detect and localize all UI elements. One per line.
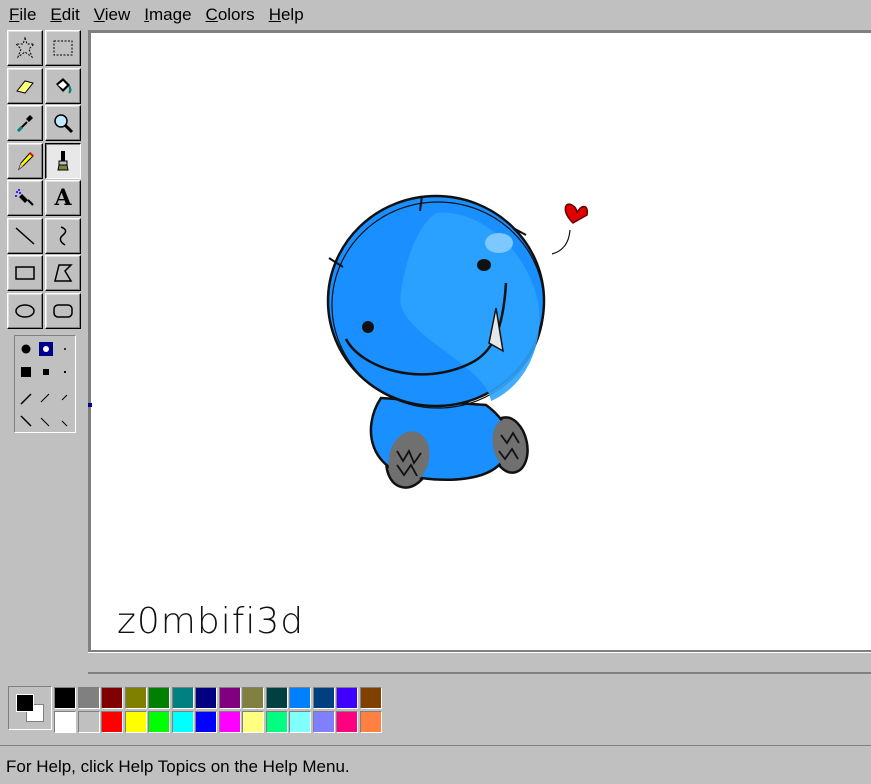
menu-file[interactable]: File <box>2 0 43 30</box>
menu-label-rest: dit <box>61 5 80 24</box>
curve-icon <box>59 225 67 246</box>
current-colors-indicator[interactable] <box>8 686 52 730</box>
color-swatch[interactable] <box>54 711 76 733</box>
tool-rect-select[interactable] <box>45 30 81 66</box>
color-palette <box>0 674 871 742</box>
brush-icon <box>57 150 69 170</box>
color-swatch[interactable] <box>54 687 76 709</box>
fill-bucket-icon <box>56 77 72 94</box>
menu-colors[interactable]: Colors <box>199 0 262 30</box>
color-swatch[interactable] <box>124 711 147 733</box>
menu-label-rest: ile <box>19 5 37 24</box>
menu-label-rest: elp <box>280 5 304 24</box>
menu-accelerator: H <box>268 5 281 24</box>
color-swatch[interactable] <box>171 711 194 733</box>
toolbox: A <box>7 30 85 332</box>
menu-label-rest: mage <box>149 5 192 24</box>
tool-brush[interactable] <box>45 142 81 179</box>
brush-options-box <box>14 335 76 433</box>
menu-accelerator: F <box>9 5 20 24</box>
tool-ellipse[interactable] <box>7 292 43 329</box>
menu-accelerator: E <box>50 5 62 24</box>
foreground-color-swatch <box>16 694 34 712</box>
color-swatch[interactable] <box>289 687 311 709</box>
color-swatch[interactable] <box>242 687 264 709</box>
color-swatch[interactable] <box>218 711 241 733</box>
tool-airbrush[interactable] <box>7 180 43 216</box>
tool-pick-color[interactable] <box>7 105 43 141</box>
tool-curve[interactable] <box>45 217 81 254</box>
ellipse-icon <box>15 303 35 318</box>
color-swatch[interactable] <box>265 711 288 733</box>
color-swatch[interactable] <box>101 687 123 709</box>
signature-text: z0mbifi3d <box>117 601 305 642</box>
color-swatch[interactable] <box>218 687 241 709</box>
brush-shape-options[interactable] <box>15 336 75 432</box>
status-text: For Help, click Help Topics on the Help … <box>6 757 350 776</box>
color-swatch[interactable] <box>148 711 170 733</box>
color-swatch[interactable] <box>359 711 382 733</box>
tool-pencil[interactable] <box>7 142 43 179</box>
menu-help[interactable]: Help <box>262 0 311 30</box>
menu-label-rest: olors <box>217 5 255 24</box>
color-swatch[interactable] <box>195 687 217 709</box>
tool-text[interactable]: A <box>45 180 81 216</box>
rect-select-icon <box>53 40 73 56</box>
tool-free-form-select[interactable] <box>7 30 43 66</box>
color-swatch[interactable] <box>265 687 288 709</box>
airbrush-icon <box>15 189 34 206</box>
color-swatch[interactable] <box>336 711 358 733</box>
canvas-resize-handle[interactable] <box>88 403 92 407</box>
rounded-rect-icon <box>53 303 73 318</box>
menu-accelerator: C <box>205 5 218 24</box>
pencil-icon <box>18 151 34 170</box>
color-swatch[interactable] <box>312 711 335 733</box>
tool-eraser[interactable] <box>7 67 43 104</box>
text-icon: A <box>54 185 72 211</box>
menu-view[interactable]: View <box>87 0 138 30</box>
menu-label-rest: iew <box>104 5 131 24</box>
tool-rounded-rectangle[interactable] <box>45 292 81 329</box>
color-swatch[interactable] <box>289 711 311 733</box>
eyedropper-icon <box>16 115 33 133</box>
tool-rectangle[interactable] <box>7 255 43 291</box>
free-select-icon <box>14 36 36 59</box>
color-swatch[interactable] <box>124 687 147 709</box>
color-swatch[interactable] <box>77 687 100 709</box>
drawing-artwork <box>326 194 589 489</box>
color-swatch[interactable] <box>336 687 358 709</box>
polygon-icon <box>54 264 73 282</box>
tool-fill[interactable] <box>45 67 81 104</box>
menu-accelerator: V <box>93 5 105 24</box>
color-swatch[interactable] <box>195 711 217 733</box>
horizontal-scrollbar[interactable] <box>88 652 871 672</box>
tool-magnifier[interactable] <box>45 105 81 141</box>
magnifier-icon <box>54 114 74 134</box>
menu-edit[interactable]: Edit <box>43 0 86 30</box>
color-swatch[interactable] <box>312 687 335 709</box>
drawing-canvas[interactable]: z0mbifi3d <box>91 33 871 650</box>
status-bar: For Help, click Help Topics on the Help … <box>0 745 871 784</box>
color-swatch[interactable] <box>359 687 382 709</box>
rectangle-icon <box>15 266 35 280</box>
menu-bar: File Edit View Image Colors Help <box>0 0 871 30</box>
color-swatch[interactable] <box>171 687 194 709</box>
tool-line[interactable] <box>7 217 43 254</box>
canvas-area: z0mbifi3d <box>88 30 871 674</box>
color-swatch[interactable] <box>101 711 123 733</box>
color-swatch[interactable] <box>148 687 170 709</box>
eraser-icon <box>16 79 34 94</box>
line-icon <box>15 226 35 245</box>
tool-polygon[interactable] <box>45 255 81 291</box>
color-swatch[interactable] <box>242 711 264 733</box>
menu-image[interactable]: Image <box>137 0 198 30</box>
color-swatch[interactable] <box>77 711 100 733</box>
